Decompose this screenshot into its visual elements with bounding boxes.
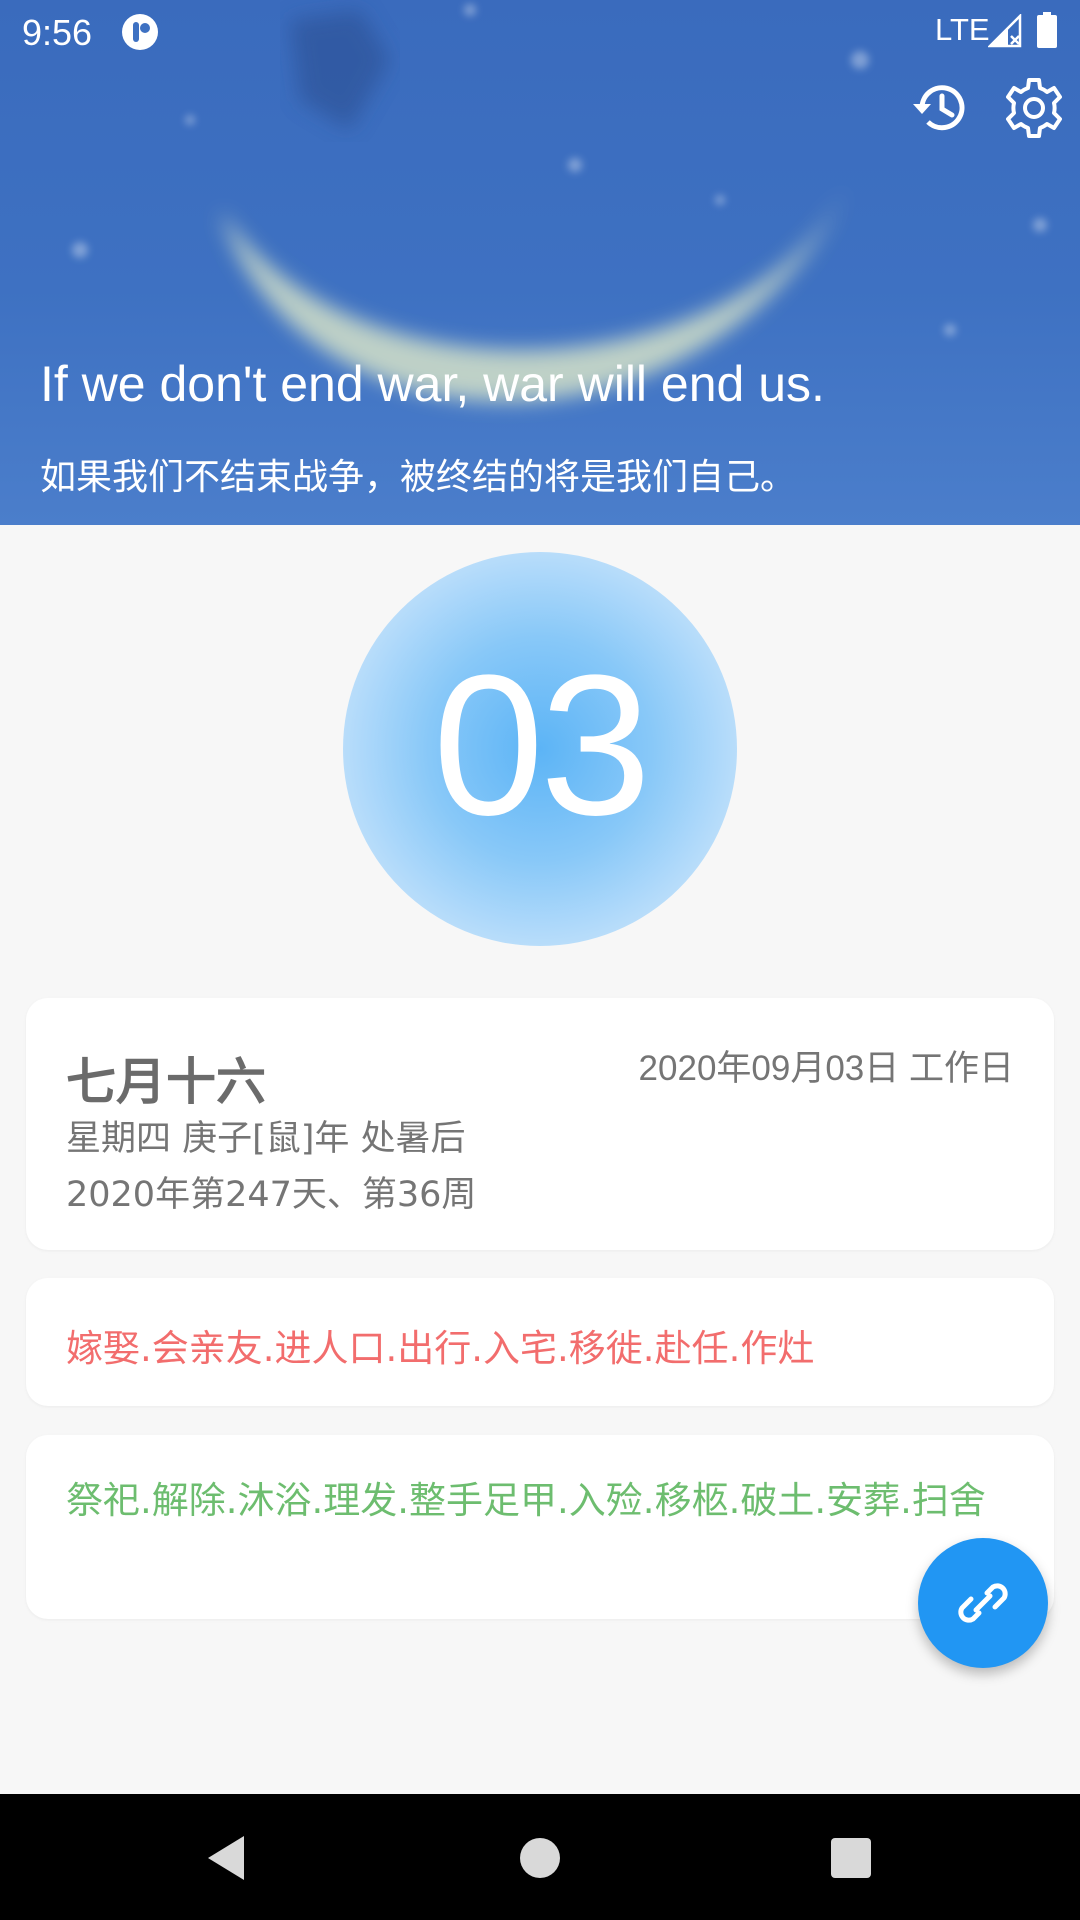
history-button[interactable] bbox=[908, 76, 972, 140]
link-icon bbox=[958, 1583, 1008, 1623]
suitable-activities: 嫁娶.会亲友.进人口.出行.入宅.移徙.赴任.作灶 bbox=[66, 1327, 815, 1370]
quote-chinese: 如果我们不结束战争，被终结的将是我们自己。 bbox=[40, 457, 797, 498]
status-bar: 9:56 LTE bbox=[0, 0, 1080, 64]
back-icon[interactable] bbox=[200, 1830, 256, 1886]
header-banner: 9:56 LTE If we don't end war, war will e… bbox=[0, 0, 1080, 525]
quote-english: If we don't end war, war will end us. bbox=[40, 356, 825, 412]
avoid-activities: 祭祀.解除.沐浴.理发.整手足甲.入殓.移柩.破土.安葬.扫舍 bbox=[66, 1479, 986, 1522]
recents-icon[interactable] bbox=[823, 1830, 879, 1886]
solar-date: 2020年09月03日 工作日 bbox=[638, 1049, 1014, 1088]
settings-button[interactable] bbox=[1002, 76, 1066, 140]
lunar-date: 七月十六 bbox=[66, 1053, 266, 1111]
history-icon bbox=[913, 85, 965, 131]
link-fab-button[interactable] bbox=[918, 1538, 1048, 1668]
settings-icon bbox=[1006, 78, 1062, 138]
network-type: LTE bbox=[935, 12, 990, 47]
app-notification-icon bbox=[122, 14, 158, 50]
status-time: 9:56 bbox=[22, 12, 93, 53]
battery-icon bbox=[1037, 12, 1057, 48]
navigation-bar bbox=[0, 1794, 1080, 1920]
signal-icon bbox=[988, 14, 1022, 48]
avoid-activities-card: 祭祀.解除.沐浴.理发.整手足甲.入殓.移柩.破土.安葬.扫舍 bbox=[26, 1435, 1054, 1619]
suitable-activities-card: 嫁娶.会亲友.进人口.出行.入宅.移徙.赴任.作灶 bbox=[26, 1278, 1054, 1406]
weekday-zodiac-term: 星期四 庚子[鼠]年 处暑后 bbox=[66, 1119, 466, 1159]
home-icon[interactable] bbox=[512, 1830, 568, 1886]
day-number: 03 bbox=[432, 634, 651, 857]
date-info-card: 七月十六 2020年09月03日 工作日 星期四 庚子[鼠]年 处暑后 2020… bbox=[26, 998, 1054, 1250]
day-of-year: 2020年第247天、第36周 bbox=[66, 1175, 477, 1215]
day-circle[interactable]: 03 bbox=[343, 552, 737, 946]
